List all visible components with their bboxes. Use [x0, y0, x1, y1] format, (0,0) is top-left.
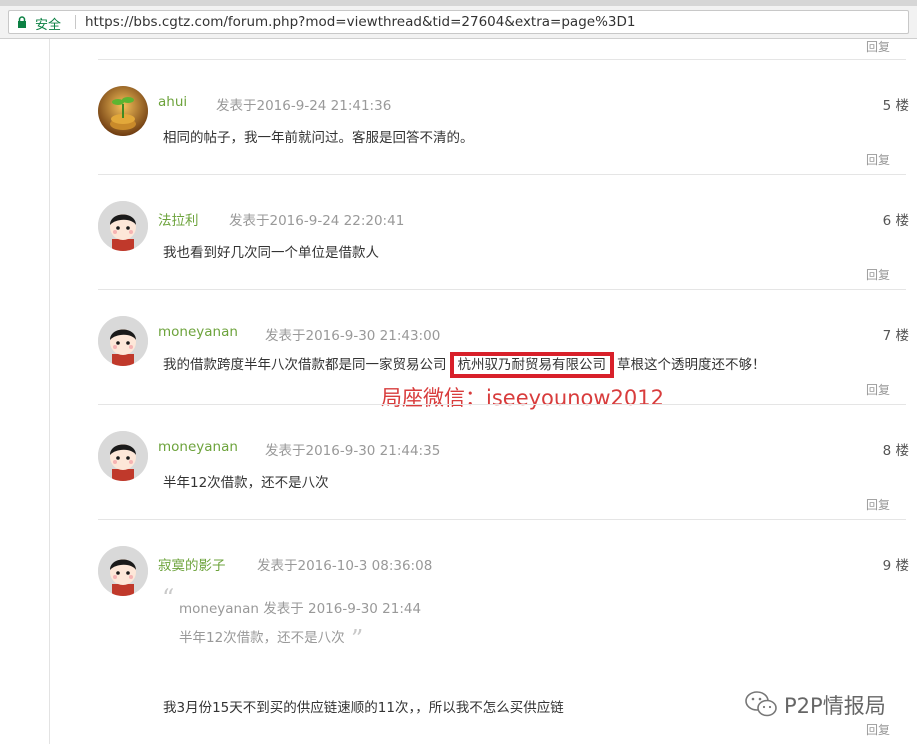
floor-number[interactable]: 6 楼: [883, 209, 909, 229]
reply-link[interactable]: 回复: [866, 38, 890, 55]
post-body: 我也看到好几次同一个单位是借款人: [163, 245, 379, 261]
reply-link[interactable]: 回复: [866, 266, 890, 283]
brand-watermark: P2P情报局: [744, 688, 914, 718]
post-author[interactable]: ahui: [158, 94, 187, 110]
post-date: 发表于2016-9-24 21:41:36: [216, 98, 392, 114]
default-user-avatar-icon: [98, 546, 148, 596]
browser-address-bar: 安全 https://bbs.cgtz.com/forum.php?mod=vi…: [0, 6, 917, 39]
floor-number[interactable]: 8 楼: [883, 439, 909, 459]
post-date: 发表于2016-10-3 08:36:08: [257, 558, 433, 574]
avatar[interactable]: [98, 546, 148, 596]
quote-header: moneyanan 发表于 2016-9-30 21:44: [179, 601, 422, 617]
post-author[interactable]: moneyanan: [158, 439, 238, 455]
post-divider: [98, 289, 906, 290]
avatar[interactable]: [98, 316, 148, 366]
post-floor-6: 法拉利 发表于2016-9-24 22:20:41 6 楼 我也看到好几次同一个…: [98, 201, 909, 281]
post-author[interactable]: moneyanan: [158, 324, 238, 340]
post-body-text: 草根这个透明度还不够！: [617, 357, 766, 373]
post-author[interactable]: 法拉利: [158, 209, 199, 229]
reply-link[interactable]: 回复: [866, 381, 890, 398]
floor-number[interactable]: 9 楼: [883, 554, 909, 574]
brand-name: P2P情报局: [784, 694, 886, 718]
wechat-icon: [745, 691, 777, 717]
quote-body: 半年12次借款，还不是八次: [179, 630, 345, 646]
post-divider: [98, 519, 906, 520]
lock-icon: [18, 16, 26, 28]
post-body: 我的借款跨度半年八次借款都是同一家贸易公司 杭州驭乃耐贸易有限公司 草根这个透明度还…: [163, 352, 766, 378]
post-body: 相同的帖子，我一年前就问过。客服是回答不清的。: [163, 130, 474, 146]
url-box[interactable]: 安全 https://bbs.cgtz.com/forum.php?mod=vi…: [8, 10, 909, 34]
url-text[interactable]: https://bbs.cgtz.com/forum.php?mod=viewt…: [85, 14, 635, 30]
default-user-avatar-icon: [98, 316, 148, 366]
post-date: 发表于2016-9-24 22:20:41: [229, 213, 405, 229]
plant-coins-avatar-icon: [98, 86, 148, 136]
wechat-watermark: 局座微信：iseeyounow2012: [381, 386, 664, 410]
post-divider: [98, 404, 906, 405]
left-border: [49, 39, 50, 744]
post-body: 半年12次借款，还不是八次: [163, 475, 329, 491]
post-divider: [98, 174, 906, 175]
post-body-text: 我的借款跨度半年八次借款都是同一家贸易公司: [163, 357, 447, 373]
thread-page: 回复 ahui 发表于2016-9-24 21:41:36 5 楼 相同的帖子，…: [0, 39, 917, 744]
post-floor-8: moneyanan 发表于2016-9-30 21:44:35 8 楼 半年12…: [98, 431, 909, 511]
avatar[interactable]: [98, 201, 148, 251]
post-author[interactable]: 寂寞的影子: [158, 554, 226, 574]
floor-number[interactable]: 7 楼: [883, 324, 909, 344]
avatar[interactable]: [98, 86, 148, 136]
default-user-avatar-icon: [98, 431, 148, 481]
reply-link[interactable]: 回复: [866, 496, 890, 513]
avatar[interactable]: [98, 431, 148, 481]
quote-open-icon: “: [162, 584, 175, 612]
highlighted-company-name: 杭州驭乃耐贸易有限公司: [449, 352, 614, 378]
default-user-avatar-icon: [98, 201, 148, 251]
post-divider: [98, 59, 906, 60]
reply-link[interactable]: 回复: [866, 721, 890, 738]
post-floor-5: ahui 发表于2016-9-24 21:41:36 5 楼 相同的帖子，我一年…: [98, 86, 909, 166]
post-date: 发表于2016-9-30 21:43:00: [265, 328, 441, 344]
security-label[interactable]: 安全: [35, 14, 61, 33]
post-body: 我3月份15天不到买的供应链速顺的11次，，所以我不怎么买供应链: [163, 700, 564, 716]
url-separator: [75, 15, 76, 29]
quote-close-icon: ”: [351, 625, 364, 653]
reply-link[interactable]: 回复: [866, 151, 890, 168]
post-date: 发表于2016-9-30 21:44:35: [265, 443, 441, 459]
floor-number[interactable]: 5 楼: [883, 94, 909, 114]
